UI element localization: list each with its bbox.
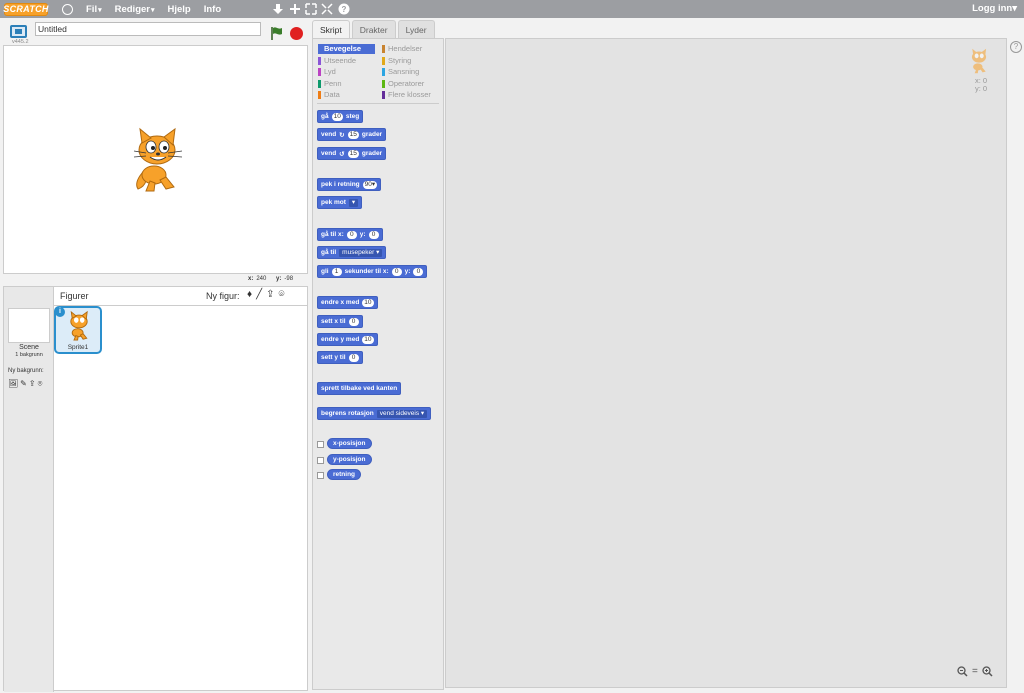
svg-text:?: ? [342, 5, 347, 14]
new-backdrop-tools: 🖼 ✎ ⇪ ⌾ [8, 379, 42, 389]
cat-sprite-icon [971, 48, 987, 74]
block-rotation-style[interactable]: begrens rotasjon vend sideveis ▾ [317, 407, 432, 420]
reporter-y-position[interactable]: y-posisjon [327, 454, 372, 465]
rotate-left-icon: ↺ [339, 150, 345, 158]
scene-thumbnail[interactable] [8, 308, 50, 343]
block-move-steps[interactable]: gå 10 steg [317, 110, 364, 123]
stage-canvas[interactable] [3, 45, 308, 274]
block-goto[interactable]: gå til musepeker ▾ [317, 246, 387, 259]
block-change-y[interactable]: endre y med 10 [317, 333, 378, 346]
block-set-y[interactable]: sett y til 0 [317, 351, 363, 364]
checkbox-y-position[interactable] [317, 457, 324, 464]
block-palette: Bevegelse Utseende Lyd Penn Data Hendels… [312, 38, 444, 690]
tab-costumes[interactable]: Drakter [351, 20, 396, 38]
camera-icon[interactable]: ⌾ [279, 289, 285, 300]
caret-icon: ▾ [98, 6, 102, 14]
scene-column: Scene 1 bakgrunn Ny bakgrunn: 🖼 ✎ ⇪ ⌾ [4, 287, 54, 692]
delete-icon[interactable] [289, 3, 301, 15]
grow-icon[interactable] [305, 3, 317, 15]
sprites-title: Figurer [60, 291, 89, 301]
block-change-x[interactable]: endre x med 10 [317, 296, 378, 309]
checkbox-x-position[interactable] [317, 441, 324, 448]
cat-sprite-icon [70, 310, 88, 341]
scripts-area[interactable]: x: 0 y: 0 = [445, 38, 1007, 688]
caret-icon: ▾ [150, 6, 155, 14]
paint-icon[interactable]: ✎ [20, 379, 27, 389]
new-sprite-tools: ♦ ╱ ⇪ ⌾ [247, 289, 285, 300]
category-operators[interactable]: Operatorer [382, 79, 424, 89]
green-flag-icon[interactable] [270, 26, 284, 40]
block-set-x[interactable]: sett x til 0 [317, 315, 363, 328]
checkbox-direction[interactable] [317, 472, 324, 479]
new-backdrop-label: Ny bakgrunn: [8, 368, 44, 374]
block-point-towards[interactable]: pek mot ▾ [317, 196, 363, 209]
globe-icon[interactable] [62, 3, 73, 15]
upload-icon[interactable]: ⇪ [266, 289, 274, 300]
menu-file[interactable]: Fil▾ [86, 4, 102, 15]
block-turn-right[interactable]: vend ↻ 15 grader [317, 128, 387, 141]
project-title-input[interactable] [35, 22, 261, 36]
reporter-x-position[interactable]: x-posisjon [327, 438, 372, 449]
zoom-in-icon[interactable] [982, 666, 993, 680]
shrink-icon[interactable] [321, 3, 333, 15]
category-pen[interactable]: Penn [318, 79, 342, 89]
reporter-direction[interactable]: retning [327, 469, 362, 480]
camera-icon[interactable]: ⌾ [38, 379, 43, 389]
sprite-pane: Scene 1 bakgrunn Ny bakgrunn: 🖼 ✎ ⇪ ⌾ Fi… [3, 286, 308, 692]
block-bounce[interactable]: sprett tilbake ved kanten [317, 382, 402, 395]
cat-sprite-icon[interactable] [124, 125, 190, 195]
mouse-coords: x: 240 y: -98 [248, 276, 294, 282]
sprite-name: Sprite1 [67, 344, 89, 351]
category-sound[interactable]: Lyd [318, 67, 336, 77]
category-motion[interactable]: Bevegelse [318, 44, 375, 54]
menu-help[interactable]: Hjelp [168, 4, 191, 15]
editor-tabs: Skript Drakter Lyder [312, 20, 437, 38]
library-icon[interactable]: ♦ [247, 289, 252, 300]
block-point-direction[interactable]: pek i retning 90▾ [317, 178, 382, 191]
category-more-blocks[interactable]: Flere klosser [382, 90, 431, 100]
duplicate-icon[interactable] [272, 3, 284, 15]
category-data[interactable]: Data [318, 90, 340, 100]
category-control[interactable]: Styring [382, 56, 411, 66]
sprite-xy-readout: x: 0 y: 0 [975, 77, 987, 93]
sprite-thumbnail[interactable]: i Sprite1 [54, 306, 102, 354]
caret-icon: ▾ [1012, 3, 1017, 14]
sprite-y-readout: y: 0 [975, 84, 988, 93]
rotate-right-icon: ↻ [339, 131, 345, 139]
category-events[interactable]: Hendelser [382, 44, 422, 54]
block-goto-xy[interactable]: gå til x: 0 y: 0 [317, 228, 383, 241]
category-looks[interactable]: Utseende [318, 56, 356, 66]
divider [317, 103, 439, 104]
stage-header: v445.2 [3, 19, 308, 45]
menu-edit[interactable]: Rediger▾ [115, 4, 155, 15]
menu-info[interactable]: Info [204, 4, 221, 15]
paint-icon[interactable]: ╱ [256, 289, 262, 300]
scratch-logo[interactable]: SCRATCH [3, 2, 48, 16]
category-sensing[interactable]: Sansning [382, 67, 419, 77]
fullscreen-icon[interactable] [10, 25, 27, 38]
block-turn-left[interactable]: vend ↺ 15 grader [317, 147, 387, 160]
block-glide[interactable]: gli 1 sekunder til x: 0 y: 0 [317, 265, 428, 278]
zoom-reset-icon[interactable]: = [972, 666, 978, 680]
help-strip [1008, 38, 1024, 690]
scene-label: Scene [19, 344, 39, 351]
help-icon[interactable]: ? [338, 3, 350, 15]
help-icon[interactable]: ? [1010, 41, 1022, 53]
tab-sounds[interactable]: Lyder [397, 20, 435, 38]
zoom-controls: = [957, 666, 993, 680]
tab-scripts[interactable]: Skript [312, 20, 350, 38]
zoom-out-icon[interactable] [957, 666, 968, 680]
menu-bar: SCRATCH Fil▾ Rediger▾ Hjelp Info ? Logg … [0, 0, 1024, 18]
new-sprite-label: Ny figur: [206, 291, 240, 301]
stop-icon[interactable] [290, 27, 303, 40]
library-icon[interactable]: 🖼 [8, 379, 18, 389]
scene-backdrop-count: 1 bakgrunn [15, 352, 43, 358]
login-menu[interactable]: Logg inn▾ [972, 3, 1017, 14]
upload-icon[interactable]: ⇪ [29, 379, 36, 389]
